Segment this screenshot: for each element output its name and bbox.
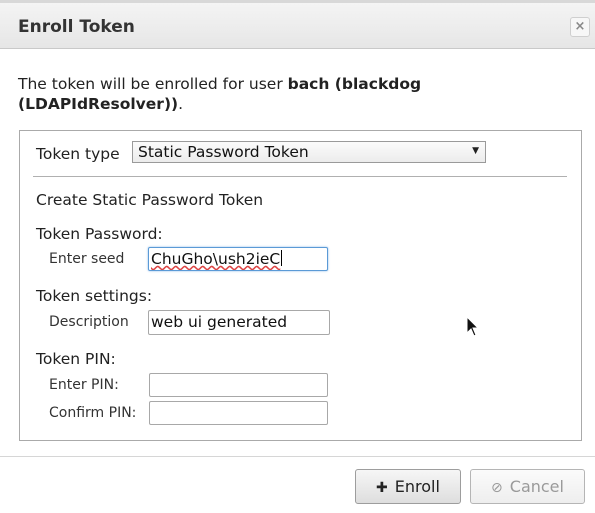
token-settings-section: Token settings: — [36, 287, 153, 305]
token-type-select[interactable]: Static Password Token ▼ — [132, 141, 486, 163]
token-type-label: Token type — [36, 145, 120, 163]
intro-user: bach (blackdog — [287, 75, 422, 93]
description-input[interactable]: web ui generated — [148, 310, 330, 335]
close-icon[interactable]: × — [570, 17, 590, 37]
dialog-titlebar[interactable]: Enroll Token × — [0, 3, 595, 49]
dialog-title: Enroll Token — [18, 17, 135, 37]
enter-seed-label: Enter seed — [49, 251, 125, 267]
chevron-down-icon: ▼ — [472, 146, 479, 156]
confirm-pin-label: Confirm PIN: — [49, 405, 137, 421]
enter-pin-label: Enter PIN: — [49, 377, 119, 393]
intro-text: The token will be enrolled for user bach… — [18, 74, 578, 114]
footer-divider — [0, 456, 595, 457]
intro-suffix: . — [178, 95, 184, 113]
confirm-pin-input[interactable] — [149, 401, 328, 425]
cancel-button[interactable]: ⊘ Cancel — [470, 469, 585, 504]
enroll-button-label: Enroll — [394, 477, 440, 496]
description-label: Description — [49, 314, 129, 330]
ban-icon: ⊘ — [491, 480, 503, 496]
text-caret — [281, 250, 283, 266]
form-heading: Create Static Password Token — [36, 191, 264, 209]
seed-value: ChuGho\ush2ieC — [151, 250, 281, 268]
seed-input[interactable]: ChuGho\ush2ieC — [148, 247, 328, 271]
enroll-button[interactable]: ✚ Enroll — [355, 469, 461, 504]
token-password-section: Token Password: — [36, 225, 163, 243]
enter-pin-input[interactable] — [149, 373, 328, 397]
cancel-button-label: Cancel — [509, 477, 564, 496]
intro-prefix: The token will be enrolled for user — [18, 75, 288, 93]
mouse-pointer-icon — [466, 316, 480, 337]
plus-icon: ✚ — [376, 480, 388, 496]
form-divider — [33, 176, 567, 177]
description-value: web ui generated — [151, 313, 288, 331]
intro-resolver: (LDAPIdResolver)) — [18, 95, 179, 113]
token-type-selected: Static Password Token — [138, 143, 309, 161]
token-pin-section: Token PIN: — [36, 350, 116, 368]
